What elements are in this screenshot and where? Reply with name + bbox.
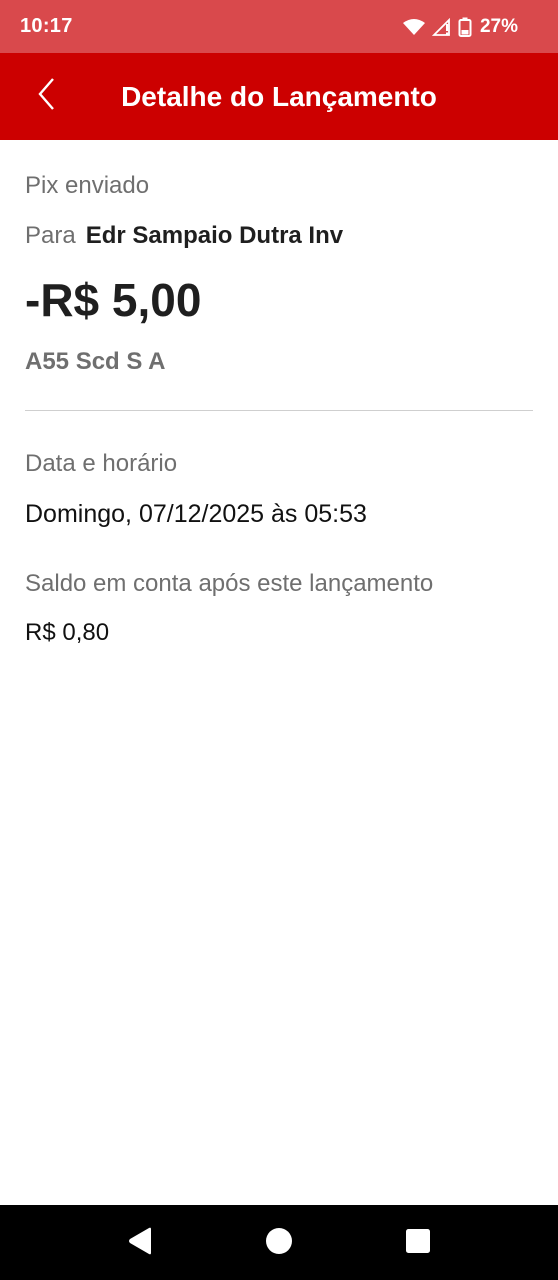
divider [25, 410, 533, 411]
date-label: Data e horário [25, 450, 178, 477]
page-title: Detalhe do Lançamento [121, 80, 437, 112]
recipient-institution: A55 Scd S A [25, 348, 166, 375]
recipient-row: Para Edr Sampaio Dutra Inv [25, 222, 343, 250]
app-bar: Detalhe do Lançamento [0, 53, 558, 140]
system-nav-bar [0, 1205, 558, 1280]
status-icons: 27% [402, 16, 518, 38]
nav-recents-button[interactable] [402, 1227, 434, 1259]
status-time: 10:17 [20, 15, 73, 37]
balance-value: R$ 0,80 [25, 619, 110, 646]
balance-label: Saldo em conta após este lançamento [25, 570, 434, 597]
recipient-name: Edr Sampaio Dutra Inv [85, 222, 344, 249]
back-triangle-icon [127, 1227, 153, 1260]
wifi-icon [402, 18, 426, 36]
signal-icon [431, 17, 452, 36]
nav-back-button[interactable] [124, 1227, 156, 1259]
nav-home-button[interactable] [263, 1227, 295, 1259]
battery-icon [458, 17, 472, 37]
home-circle-icon [265, 1227, 293, 1260]
recents-square-icon [405, 1228, 431, 1259]
transaction-type: Pix enviado [25, 172, 150, 199]
status-bar: 10:17 27% [0, 0, 558, 53]
recipient-label: Para [25, 222, 76, 249]
transaction-amount: -R$ 5,00 [25, 274, 202, 326]
battery-percent: 27% [479, 15, 518, 37]
date-value: Domingo, 07/12/2025 às 05:53 [25, 500, 367, 528]
